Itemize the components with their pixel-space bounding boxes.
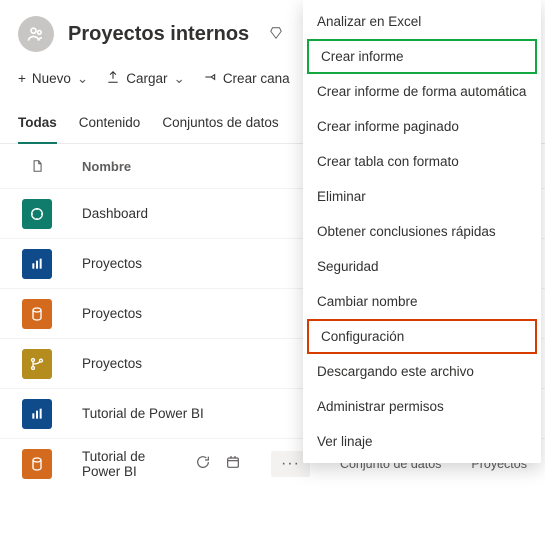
schedule-icon[interactable] — [225, 454, 241, 473]
tab-all[interactable]: Todas — [18, 105, 57, 144]
row-type-icon — [22, 299, 52, 329]
premium-diamond-icon — [269, 26, 283, 43]
create-pipeline-button[interactable]: Crear cana — [203, 70, 290, 87]
new-label: Nuevo — [32, 71, 71, 86]
context-menu-item[interactable]: Descargando este archivo — [303, 354, 541, 389]
refresh-icon[interactable] — [195, 454, 211, 473]
upload-label: Cargar — [126, 71, 167, 86]
context-menu-item[interactable]: Crear informe paginado — [303, 109, 541, 144]
context-menu-item[interactable]: Seguridad — [303, 249, 541, 284]
workspace-title: Proyectos internos — [68, 23, 249, 46]
context-menu-item[interactable]: Crear informe — [307, 39, 537, 74]
row-type-icon — [22, 449, 52, 479]
context-menu-item[interactable]: Ver linaje — [303, 424, 541, 459]
context-menu-item[interactable]: Crear tabla con formato — [303, 144, 541, 179]
upload-button[interactable]: Cargar ⌄ — [106, 70, 185, 87]
chevron-down-icon: ⌄ — [77, 71, 88, 87]
context-menu-item[interactable]: Eliminar — [303, 179, 541, 214]
context-menu-item[interactable]: Configuración — [307, 319, 537, 354]
plus-icon: + — [18, 71, 26, 86]
row-type-icon — [22, 349, 52, 379]
context-menu-item[interactable]: Crear informe de forma automática — [303, 74, 541, 109]
tab-content[interactable]: Contenido — [79, 105, 141, 143]
pipeline-label: Crear cana — [223, 71, 290, 86]
context-menu-item[interactable]: Analizar en Excel — [303, 4, 541, 39]
chevron-down-icon: ⌄ — [174, 71, 185, 87]
pipeline-icon — [203, 70, 217, 87]
tab-datasets[interactable]: Conjuntos de datos — [162, 105, 278, 143]
row-name[interactable]: Tutorial de Power BI — [82, 449, 165, 479]
upload-icon — [106, 70, 120, 87]
context-menu-item[interactable]: Obtener conclusiones rápidas — [303, 214, 541, 249]
row-type-icon — [22, 249, 52, 279]
row-type-icon — [22, 399, 52, 429]
workspace-avatar-icon — [18, 16, 54, 52]
context-menu: Analizar en ExcelCrear informeCrear info… — [303, 0, 541, 463]
context-menu-item[interactable]: Administrar permisos — [303, 389, 541, 424]
new-button[interactable]: + Nuevo ⌄ — [18, 71, 88, 87]
row-type-icon — [22, 199, 52, 229]
context-menu-item[interactable]: Cambiar nombre — [303, 284, 541, 319]
row-actions — [195, 454, 241, 473]
column-type-icon — [22, 158, 52, 174]
